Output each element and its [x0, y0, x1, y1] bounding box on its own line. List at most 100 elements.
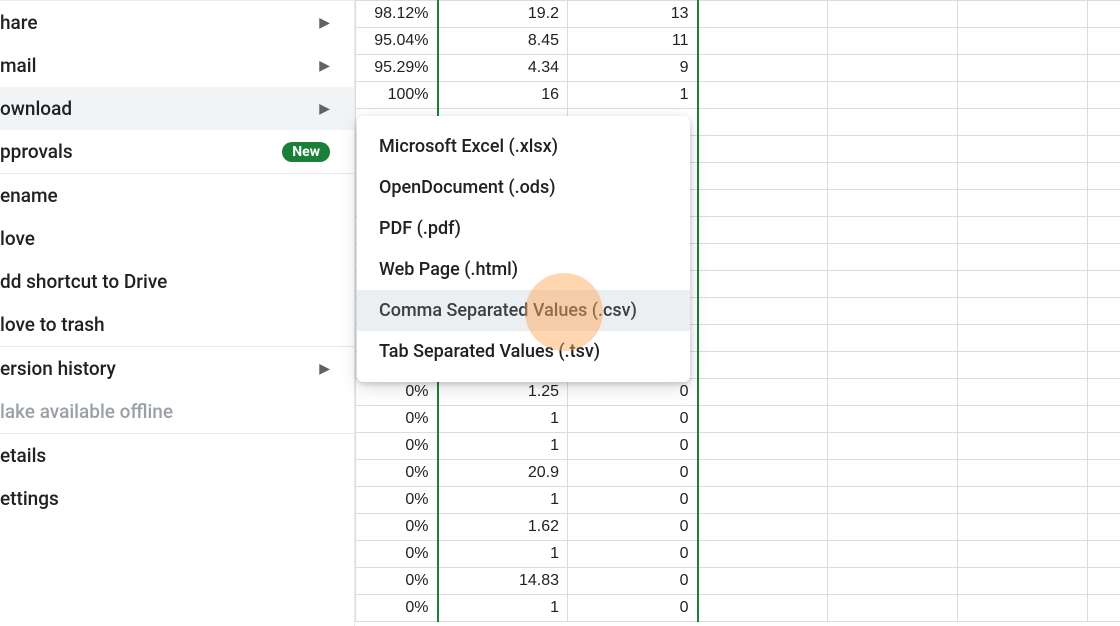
cell[interactable]: [698, 271, 828, 298]
cell[interactable]: [958, 568, 1088, 595]
cell[interactable]: [828, 541, 958, 568]
table-row[interactable]: 100%161: [356, 82, 1120, 109]
cell[interactable]: [958, 217, 1088, 244]
cell[interactable]: 1: [568, 82, 698, 109]
download-xlsx[interactable]: Microsoft Excel (.xlsx): [357, 126, 690, 167]
cell[interactable]: 9: [568, 55, 698, 82]
cell[interactable]: [1088, 379, 1120, 406]
cell[interactable]: [698, 28, 828, 55]
cell[interactable]: [958, 82, 1088, 109]
cell[interactable]: [958, 433, 1088, 460]
cell[interactable]: 0%: [356, 541, 438, 568]
cell[interactable]: [1088, 568, 1120, 595]
cell[interactable]: [698, 190, 828, 217]
download-html[interactable]: Web Page (.html): [357, 249, 690, 290]
cell[interactable]: 0: [568, 595, 698, 622]
cell[interactable]: [828, 325, 958, 352]
cell[interactable]: [698, 487, 828, 514]
cell[interactable]: [828, 217, 958, 244]
table-row[interactable]: 0%1.250: [356, 379, 1120, 406]
cell[interactable]: [958, 136, 1088, 163]
cell[interactable]: [698, 541, 828, 568]
cell[interactable]: 0: [568, 568, 698, 595]
cell[interactable]: 0%: [356, 487, 438, 514]
cell[interactable]: [1088, 406, 1120, 433]
cell[interactable]: [828, 379, 958, 406]
cell[interactable]: [828, 514, 958, 541]
cell[interactable]: 0%: [356, 568, 438, 595]
menu-approvals[interactable]: pprovals New: [0, 130, 354, 173]
cell[interactable]: 13: [568, 1, 698, 28]
download-pdf[interactable]: PDF (.pdf): [357, 208, 690, 249]
cell[interactable]: [698, 568, 828, 595]
cell[interactable]: [958, 325, 1088, 352]
cell[interactable]: 1: [438, 487, 568, 514]
cell[interactable]: [828, 433, 958, 460]
cell[interactable]: [1088, 28, 1120, 55]
cell[interactable]: [1088, 298, 1120, 325]
table-row[interactable]: 0%1.620: [356, 514, 1120, 541]
cell[interactable]: [958, 352, 1088, 379]
cell[interactable]: 100%: [356, 82, 438, 109]
menu-email[interactable]: mail ▶: [0, 44, 354, 87]
cell[interactable]: [958, 298, 1088, 325]
cell[interactable]: [958, 163, 1088, 190]
cell[interactable]: 20.9: [438, 460, 568, 487]
cell[interactable]: 0: [568, 406, 698, 433]
cell[interactable]: [828, 136, 958, 163]
cell[interactable]: [1088, 163, 1120, 190]
cell[interactable]: [958, 487, 1088, 514]
cell[interactable]: [828, 1, 958, 28]
cell[interactable]: [828, 82, 958, 109]
cell[interactable]: [1088, 244, 1120, 271]
cell[interactable]: 1: [438, 595, 568, 622]
cell[interactable]: [698, 325, 828, 352]
cell[interactable]: 0%: [356, 379, 438, 406]
cell[interactable]: 95.04%: [356, 28, 438, 55]
cell[interactable]: [698, 406, 828, 433]
cell[interactable]: [958, 460, 1088, 487]
cell[interactable]: [1088, 325, 1120, 352]
table-row[interactable]: 0%10: [356, 433, 1120, 460]
cell[interactable]: [1088, 55, 1120, 82]
menu-details[interactable]: etails: [0, 434, 354, 477]
cell[interactable]: 0: [568, 541, 698, 568]
cell[interactable]: 0: [568, 514, 698, 541]
download-tsv[interactable]: Tab Separated Values (.tsv): [357, 331, 690, 372]
cell[interactable]: [698, 379, 828, 406]
cell[interactable]: [958, 595, 1088, 622]
cell[interactable]: [828, 109, 958, 136]
download-ods[interactable]: OpenDocument (.ods): [357, 167, 690, 208]
table-row[interactable]: 0%10: [356, 487, 1120, 514]
cell[interactable]: 0%: [356, 514, 438, 541]
cell[interactable]: [698, 82, 828, 109]
table-row[interactable]: 95.04%8.4511: [356, 28, 1120, 55]
cell[interactable]: [958, 109, 1088, 136]
table-row[interactable]: 0%10: [356, 541, 1120, 568]
cell[interactable]: [958, 514, 1088, 541]
cell[interactable]: [1088, 433, 1120, 460]
cell[interactable]: [1088, 136, 1120, 163]
cell[interactable]: 4.34: [438, 55, 568, 82]
cell[interactable]: 0: [568, 379, 698, 406]
table-row[interactable]: 0%14.830: [356, 568, 1120, 595]
menu-rename[interactable]: ename: [0, 174, 354, 217]
cell[interactable]: [828, 190, 958, 217]
cell[interactable]: 1.25: [438, 379, 568, 406]
cell[interactable]: 0%: [356, 595, 438, 622]
menu-download[interactable]: ownload ▶: [0, 87, 354, 130]
table-row[interactable]: 0%20.90: [356, 460, 1120, 487]
cell[interactable]: [698, 595, 828, 622]
table-row[interactable]: 0%10: [356, 406, 1120, 433]
cell[interactable]: [698, 460, 828, 487]
cell[interactable]: [828, 406, 958, 433]
cell[interactable]: [698, 163, 828, 190]
cell[interactable]: 0: [568, 487, 698, 514]
cell[interactable]: [1088, 190, 1120, 217]
cell[interactable]: [1088, 460, 1120, 487]
cell[interactable]: 1.62: [438, 514, 568, 541]
menu-version-history[interactable]: ersion history ▶: [0, 347, 354, 390]
menu-add-shortcut[interactable]: dd shortcut to Drive: [0, 260, 354, 303]
cell[interactable]: [1088, 352, 1120, 379]
cell[interactable]: 0: [568, 460, 698, 487]
